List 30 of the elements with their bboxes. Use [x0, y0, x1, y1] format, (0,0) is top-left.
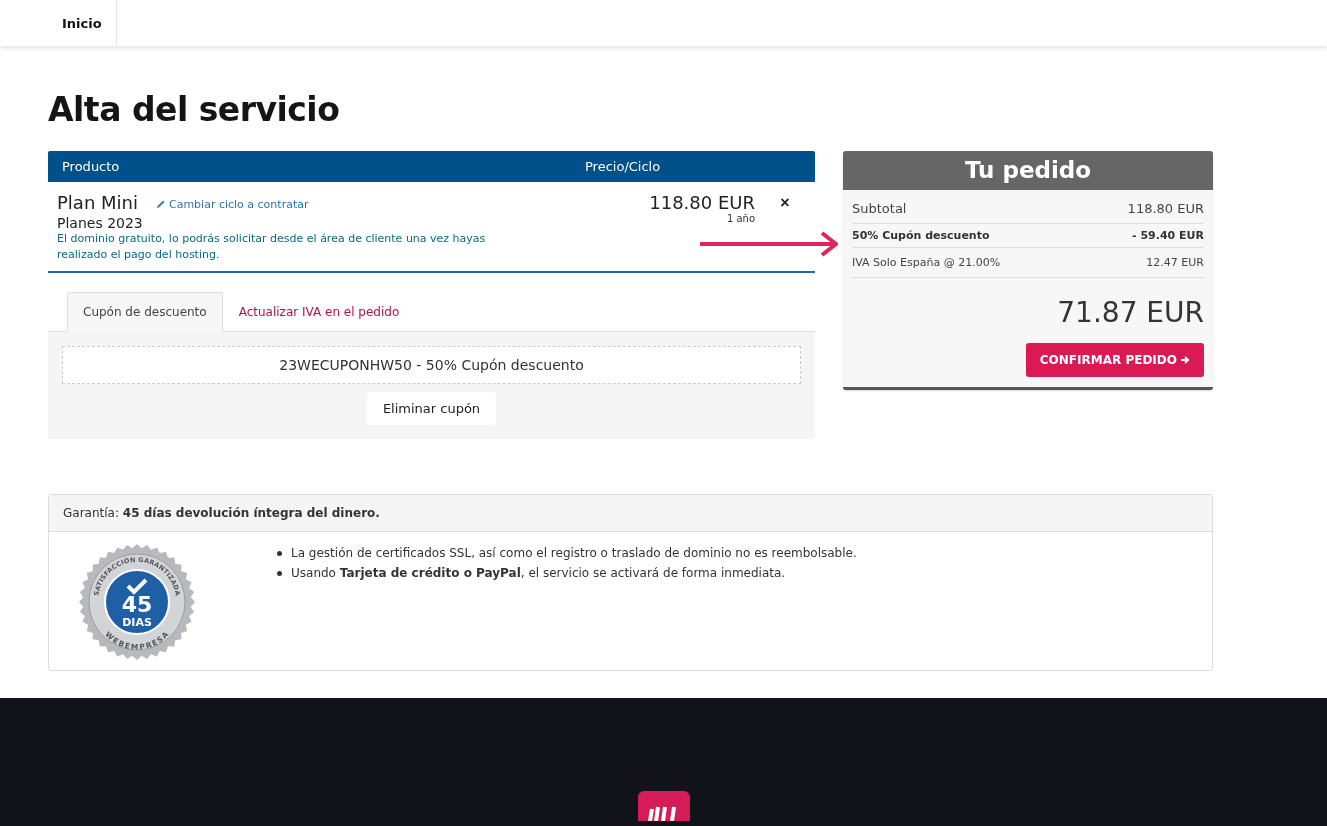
domain-note: El dominio gratuito, lo podrás solicitar desde el área de cliente una vez hayas realizado el pago del hosting. — [57, 231, 487, 263]
product-group: Planes 2023 — [57, 215, 555, 231]
column-header: Producto — [61, 159, 121, 174]
confirm-order-button[interactable]: CONFIRMAR PEDIDO — [1025, 343, 1204, 377]
logo-icon — [637, 791, 690, 821]
column-header: Precio/Ciclo — [585, 159, 662, 174]
page-title: Alta del servicio — [48, 90, 341, 129]
guarantee-point: La gestión de certificados SSL, así como el registro o traslado de dominio no es reembolsable. — [291, 546, 857, 560]
nav-link[interactable]: Inicio — [48, 0, 117, 46]
product-price: 118.80 EUR — [648, 192, 755, 213]
remove-coupon-button[interactable]: Eliminar cupón — [366, 392, 497, 425]
summary-label: Subtotal — [852, 201, 907, 216]
pencil-icon — [155, 199, 166, 209]
billing-cycle: 1 año — [725, 213, 755, 224]
tab[interactable]: Actualizar IVA en el pedido — [222, 292, 416, 332]
summary-amount: - 59.40 EUR — [1132, 229, 1204, 242]
summary-amount: 12.47 EUR — [1146, 256, 1204, 269]
guarantee-heading: Garantía: 45 días devolución íntegra del dinero. — [63, 506, 380, 520]
guarantee-point: Usando Tarjeta de crédito o PayPal, el servicio se activará de forma inmediata. — [291, 566, 786, 580]
summary-amount: 118.80 EUR — [1127, 201, 1204, 216]
applied-coupon: 23WECUPONHW50 - 50% Cupón descuento — [62, 346, 801, 384]
order-title: Tu pedido — [843, 151, 1213, 190]
summary-label: IVA Solo España @ 21.00% — [852, 256, 1001, 269]
product-name: Plan Mini — [57, 192, 138, 213]
edit-cycle-link[interactable]: Cambiar ciclo a contratar — [155, 197, 309, 211]
arrow-right-icon — [1180, 355, 1190, 365]
summary-label: 50% Cupón descuento — [852, 229, 990, 242]
order-total: 71.87 EUR — [1056, 296, 1204, 329]
tab[interactable]: Cupón de descuento — [67, 292, 223, 332]
remove-button[interactable]: × — [755, 192, 815, 214]
